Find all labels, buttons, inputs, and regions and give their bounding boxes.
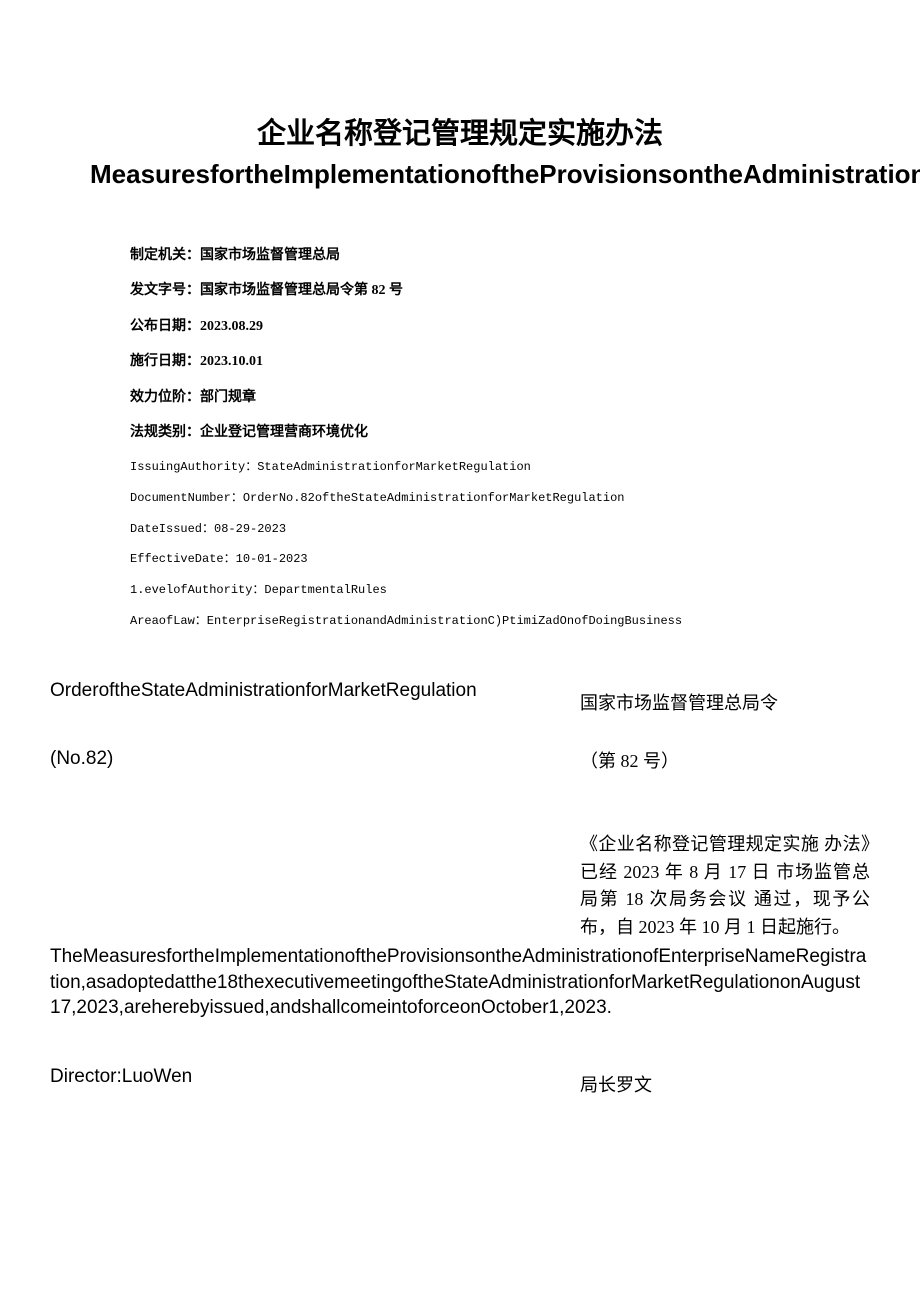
order-para-en-empty bbox=[50, 831, 580, 943]
meta-effective-date-en: EffectiveDate：10-01-2023 bbox=[130, 551, 790, 568]
order-heading-row: OrderoftheStateAdministrationforMarketRe… bbox=[50, 680, 870, 718]
meta-effective-date-cn: 施行日期：2023.10.01 bbox=[130, 352, 790, 372]
title-english: MeasuresfortheImplementationoftheProvisi… bbox=[50, 158, 870, 191]
meta-date-issued-cn: 公布日期：2023.08.29 bbox=[130, 317, 790, 337]
meta-level-cn: 效力位阶：部门规章 bbox=[130, 388, 790, 408]
meta-document-number-cn: 发文字号：国家市场监督管理总局令第 82 号 bbox=[130, 281, 790, 301]
meta-area-en: AreaofLaw：EnterpriseRegistrationandAdmin… bbox=[130, 613, 790, 630]
signature-cn: 局长罗文 bbox=[580, 1066, 870, 1100]
signature-row: Director:LuoWen 局长罗文 bbox=[50, 1066, 870, 1100]
order-heading-en: OrderoftheStateAdministrationforMarketRe… bbox=[50, 680, 580, 718]
meta-level-en: 1.evelofAuthority：DepartmentalRules bbox=[130, 582, 790, 599]
order-number-row: (No.82) （第 82 号） bbox=[50, 748, 870, 776]
title-chinese: 企业名称登记管理规定实施办法 bbox=[50, 110, 870, 152]
meta-area-cn: 法规类别：企业登记管理营商环境优化 bbox=[130, 423, 790, 443]
document-page: 企业名称登记管理规定实施办法 MeasuresfortheImplementat… bbox=[0, 0, 920, 1150]
meta-date-issued-en: DateIssued：08-29-2023 bbox=[130, 521, 790, 538]
order-para-en: TheMeasuresfortheImplementationoftheProv… bbox=[50, 944, 870, 1021]
meta-issuing-authority-cn: 制定机关：国家市场监督管理总局 bbox=[130, 246, 790, 266]
order-heading-cn: 国家市场监督管理总局令 bbox=[580, 680, 870, 718]
signature-en: Director:LuoWen bbox=[50, 1066, 580, 1100]
meta-document-number-en: DocumentNumber：OrderNo.82oftheStateAdmin… bbox=[130, 490, 790, 507]
order-number-cn: （第 82 号） bbox=[580, 748, 870, 776]
meta-issuing-authority-en: IssuingAuthority：StateAdministrationforM… bbox=[130, 459, 790, 476]
order-para-cn: 《企业名称登记管理规定实施 办法》已经 2023 年 8 月 17 日 市场监管… bbox=[580, 831, 870, 943]
metadata-block: 制定机关：国家市场监督管理总局 发文字号：国家市场监督管理总局令第 82 号 公… bbox=[50, 246, 870, 630]
order-number-en: (No.82) bbox=[50, 748, 580, 776]
order-para-cn-row: 《企业名称登记管理规定实施 办法》已经 2023 年 8 月 17 日 市场监管… bbox=[50, 831, 870, 943]
